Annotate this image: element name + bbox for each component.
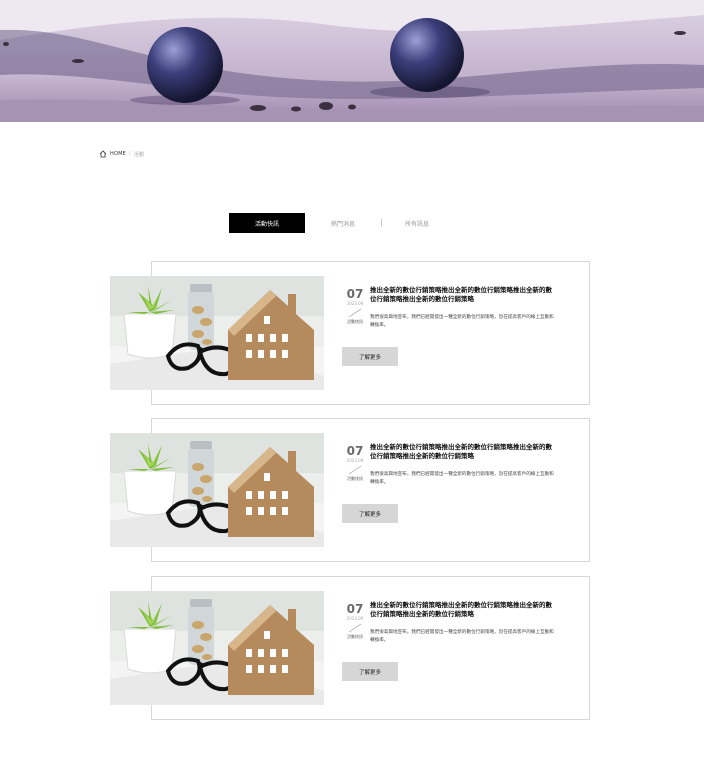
post-date: 07 2023.09 活動快訊	[345, 445, 365, 482]
post-date: 07 2023.09 活動快訊	[345, 603, 365, 640]
tab-activity-news[interactable]: 活動快訊	[229, 213, 305, 233]
post-date-year-month: 2023.09	[346, 616, 364, 621]
post-description: 我們很高興地宣布，我們已經開發出一種全新的數位行銷策略，旨在提高客戶的線上互動和…	[370, 315, 554, 328]
post-category: 活動快訊	[347, 634, 363, 639]
date-divider-icon	[348, 623, 362, 633]
post-image[interactable]	[110, 433, 324, 547]
post-date-year-month: 2023.09	[346, 301, 364, 306]
post-title[interactable]: 推出全新的數位行銷策略推出全新的數位行銷策略推出全新的數位行銷策略推出全新的數位…	[370, 601, 556, 619]
home-icon[interactable]	[99, 150, 107, 158]
category-tabs: 活動快訊 熱門消息 所有訊息	[229, 213, 452, 233]
post-title[interactable]: 推出全新的數位行銷策略推出全新的數位行銷策略推出全新的數位行銷策略推出全新的數位…	[370, 443, 556, 461]
post-image[interactable]	[110, 591, 324, 705]
post-date-day: 07	[346, 287, 364, 301]
date-divider-icon	[348, 308, 362, 318]
post-image[interactable]	[110, 276, 324, 390]
post-title[interactable]: 推出全新的數位行銷策略推出全新的數位行銷策略推出全新的數位行銷策略推出全新的數位…	[370, 286, 556, 304]
read-more-button[interactable]: 了解更多	[342, 662, 398, 681]
post-date: 07 2023.09 活動快訊	[345, 288, 365, 325]
post-date-day: 07	[346, 444, 364, 458]
post-category: 活動快訊	[347, 319, 363, 324]
breadcrumb-separator: /	[128, 151, 131, 157]
hero-dunes-image	[0, 0, 704, 122]
breadcrumb-current: 活動	[133, 151, 145, 158]
tab-all-news[interactable]: 所有訊息	[382, 213, 452, 233]
post-description: 我們很高興地宣布，我們已經開發出一種全新的數位行銷策略，旨在提高客戶的線上互動和…	[370, 472, 554, 485]
post-date-day: 07	[346, 602, 364, 616]
post-date-year-month: 2023.09	[346, 458, 364, 463]
breadcrumb: HOME / 活動	[99, 148, 144, 160]
read-more-button[interactable]: 了解更多	[342, 347, 398, 366]
post-description: 我們很高興地宣布，我們已經開發出一種全新的數位行銷策略，旨在提高客戶的線上互動和…	[370, 630, 554, 643]
date-divider-icon	[348, 465, 362, 475]
post-category: 活動快訊	[347, 476, 363, 481]
hero-banner	[0, 0, 704, 122]
breadcrumb-home-link[interactable]: HOME	[110, 151, 126, 157]
tab-popular-news[interactable]: 熱門消息	[305, 213, 381, 233]
read-more-button[interactable]: 了解更多	[342, 504, 398, 523]
